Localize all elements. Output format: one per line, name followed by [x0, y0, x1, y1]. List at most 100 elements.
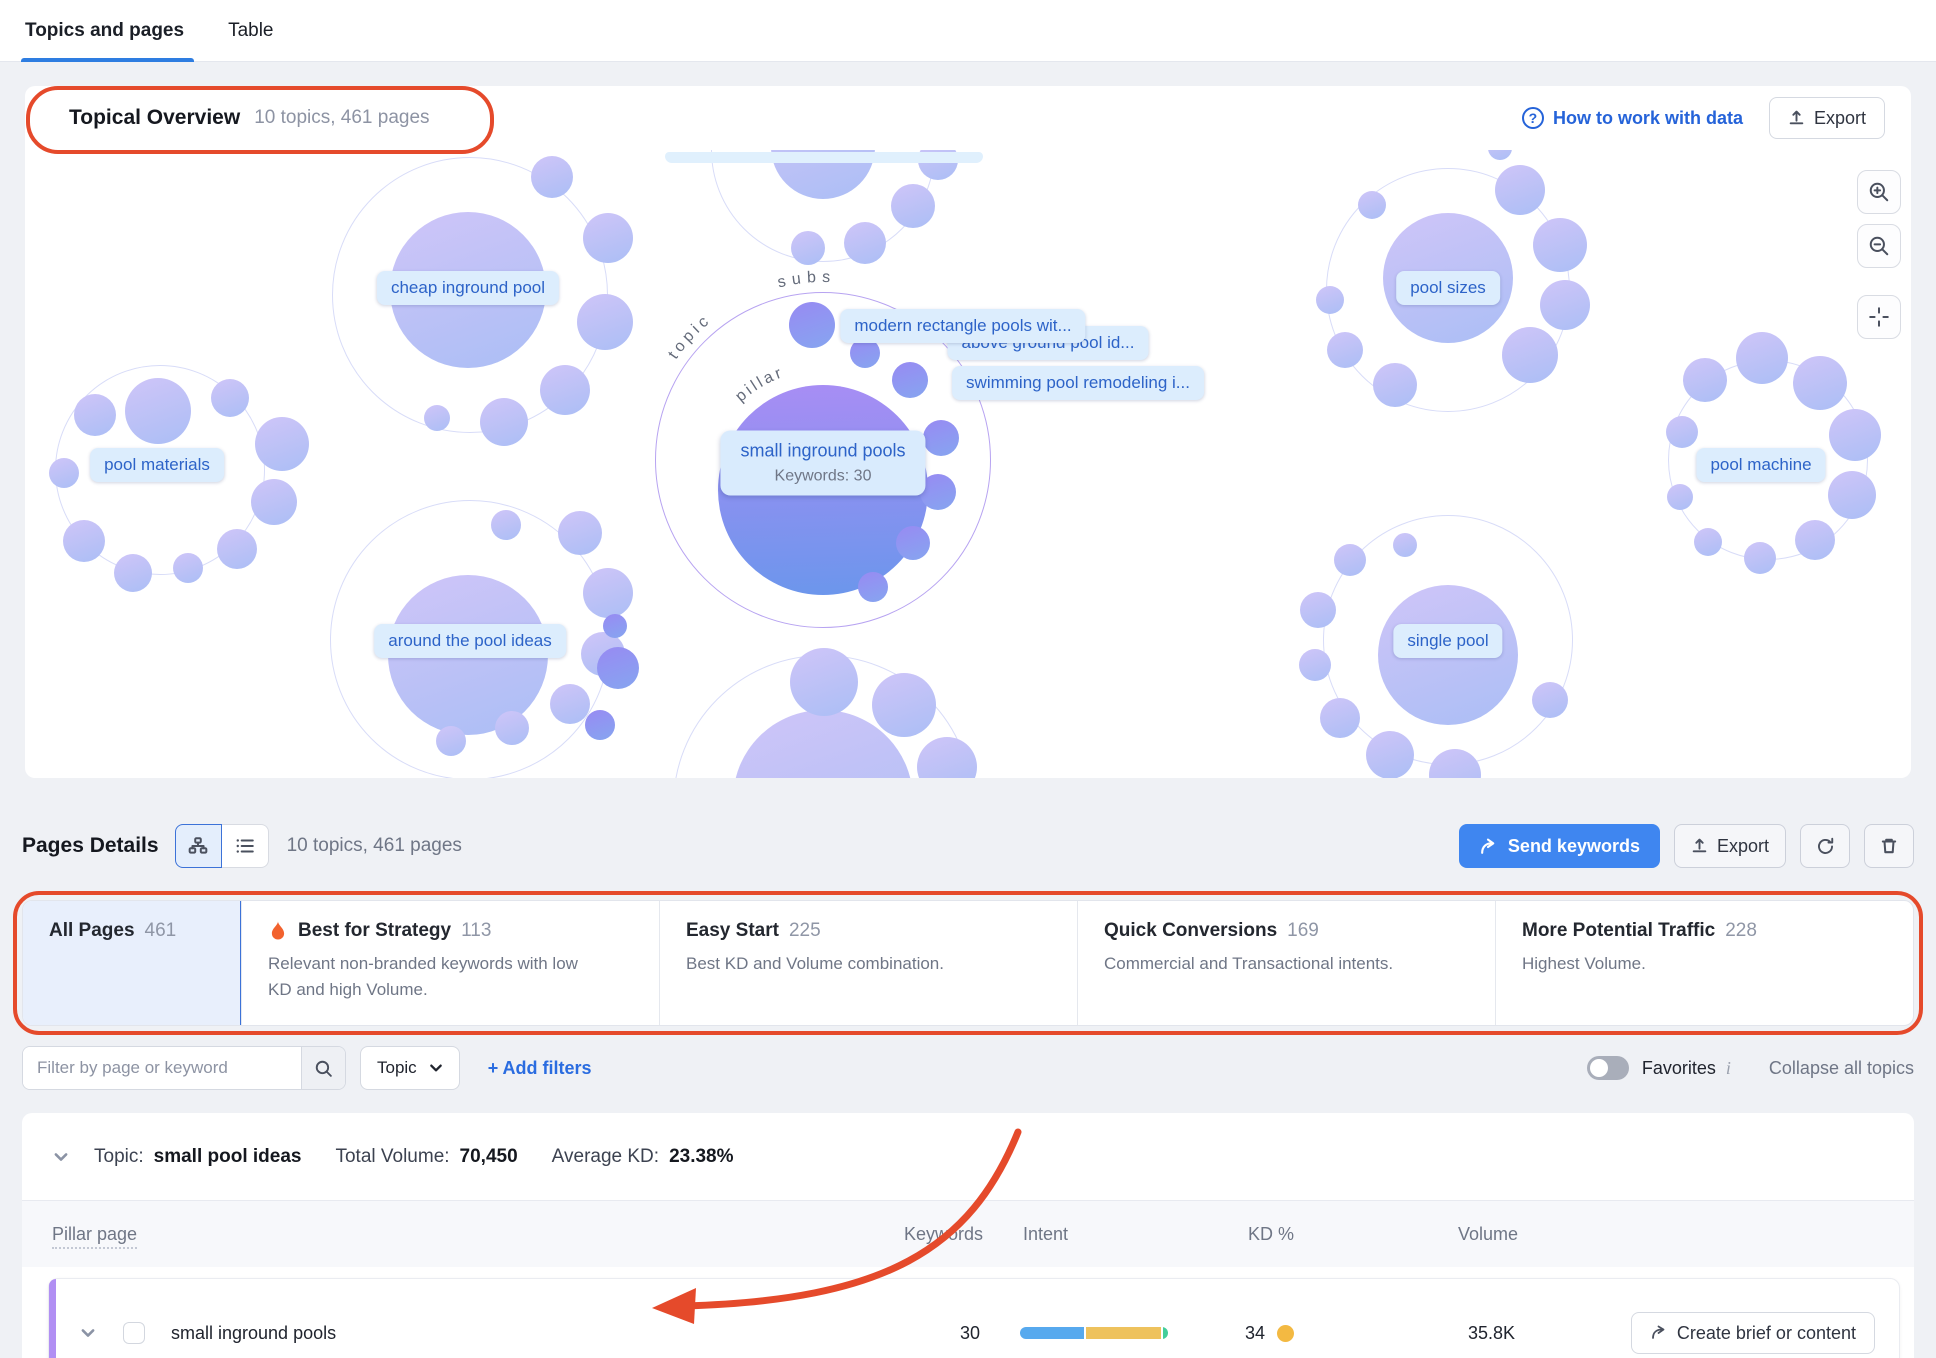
keyword-bubble[interactable]: [1366, 731, 1414, 778]
subtopic-tooltip-pill[interactable]: swimming pool remodeling i...: [952, 366, 1204, 400]
refresh-button[interactable]: [1800, 824, 1850, 868]
favorites-toggle[interactable]: [1587, 1056, 1629, 1080]
keyword-bubble[interactable]: [480, 398, 528, 446]
tab-topics-and-pages[interactable]: Topics and pages: [25, 0, 184, 62]
keyword-bubble[interactable]: [923, 420, 959, 456]
keyword-bubble[interactable]: [424, 405, 450, 431]
list-view-button[interactable]: [222, 824, 269, 868]
keyword-bubble[interactable]: [1795, 520, 1835, 560]
fit-view-button[interactable]: [1857, 295, 1901, 339]
topic-label-pill[interactable]: cheap inground pool: [377, 271, 559, 305]
keyword-bubble[interactable]: [550, 684, 590, 724]
collapse-all-topics-link[interactable]: Collapse all topics: [1769, 1058, 1914, 1079]
pillar-page-pill[interactable]: small inground pools Keywords: 30: [720, 431, 925, 496]
keyword-bubble[interactable]: [1533, 218, 1587, 272]
keyword-bubble[interactable]: [1488, 150, 1512, 160]
keyword-bubble[interactable]: [558, 511, 602, 555]
keyword-bubble[interactable]: [585, 710, 615, 740]
keyword-bubble[interactable]: [211, 379, 249, 417]
how-to-work-with-data-link[interactable]: ? How to work with data: [1522, 107, 1743, 129]
topic-label-pill[interactable]: pool sizes: [1396, 271, 1500, 305]
keyword-bubble[interactable]: [173, 553, 203, 583]
keyword-bubble[interactable]: [1495, 165, 1545, 215]
keyword-bubble[interactable]: [1393, 533, 1417, 557]
keyword-bubble[interactable]: [1316, 286, 1344, 314]
keyword-bubble[interactable]: [844, 222, 886, 264]
keyword-bubble[interactable]: [63, 520, 105, 562]
keyword-bubble[interactable]: [531, 156, 573, 198]
column-pillar-page[interactable]: Pillar page: [52, 1224, 137, 1249]
collapse-chevron-icon[interactable]: [52, 1148, 70, 1166]
row-page-name[interactable]: small inground pools: [171, 1323, 336, 1344]
keyword-bubble[interactable]: [1327, 332, 1363, 368]
strategy-card-more-potential-traffic[interactable]: More Potential Traffic228Highest Volume.: [1495, 901, 1913, 1025]
row-expand-chevron-icon[interactable]: [79, 1324, 97, 1342]
keyword-bubble[interactable]: [125, 378, 191, 444]
keyword-bubble[interactable]: [1320, 698, 1360, 738]
strategy-card-best-for-strategy[interactable]: Best for Strategy113Relevant non-branded…: [241, 901, 659, 1025]
keyword-bubble[interactable]: [583, 568, 633, 618]
keyword-bubble[interactable]: [251, 479, 297, 525]
keyword-bubble[interactable]: [603, 614, 627, 638]
keyword-bubble[interactable]: [255, 417, 309, 471]
row-checkbox[interactable]: [123, 1322, 145, 1344]
strategy-card-quick-conversions[interactable]: Quick Conversions169Commercial and Trans…: [1077, 901, 1495, 1025]
keyword-bubble[interactable]: [790, 648, 858, 716]
keyword-bubble[interactable]: [597, 647, 639, 689]
keyword-bubble[interactable]: [1299, 649, 1331, 681]
export-button-bottom[interactable]: Export: [1674, 824, 1786, 868]
keyword-bubble[interactable]: [49, 458, 79, 488]
keyword-bubble[interactable]: [1666, 416, 1698, 448]
strategy-card-easy-start[interactable]: Easy Start225Best KD and Volume combinat…: [659, 901, 1077, 1025]
keyword-bubble[interactable]: [1300, 592, 1336, 628]
keyword-bubble[interactable]: [1502, 327, 1558, 383]
keyword-bubble[interactable]: [577, 294, 633, 350]
add-filters-link[interactable]: + Add filters: [488, 1058, 592, 1079]
topic-label-pill[interactable]: pool machine: [1696, 448, 1825, 482]
zoom-out-button[interactable]: [1857, 224, 1901, 268]
keyword-bubble[interactable]: [217, 529, 257, 569]
subtopic-tooltip-pill[interactable]: modern rectangle pools wit...: [840, 309, 1085, 343]
keyword-bubble[interactable]: [1736, 332, 1788, 384]
keyword-bubble[interactable]: [1793, 356, 1847, 410]
keyword-bubble[interactable]: [540, 365, 590, 415]
keyword-bubble[interactable]: [1744, 542, 1776, 574]
hierarchy-view-button[interactable]: [175, 824, 222, 868]
zoom-in-button[interactable]: [1857, 170, 1901, 214]
keyword-bubble[interactable]: [495, 711, 529, 745]
keyword-bubble[interactable]: [1667, 484, 1693, 510]
topic-group-row[interactable]: Topic: small pool ideas Total Volume: 70…: [22, 1113, 1914, 1201]
keyword-bubble[interactable]: [1373, 363, 1417, 407]
strategy-card-all-pages[interactable]: All Pages461: [23, 901, 241, 1025]
export-button-top[interactable]: Export: [1769, 97, 1885, 139]
keyword-bubble[interactable]: [1358, 191, 1386, 219]
keyword-bubble[interactable]: [583, 213, 633, 263]
keyword-bubble[interactable]: [114, 554, 152, 592]
keyword-bubble[interactable]: [789, 302, 835, 348]
create-brief-button[interactable]: Create brief or content: [1631, 1312, 1875, 1354]
keyword-bubble[interactable]: [872, 673, 936, 737]
topic-filter-dropdown[interactable]: Topic: [360, 1046, 460, 1090]
search-input[interactable]: [23, 1047, 301, 1089]
keyword-bubble[interactable]: [896, 526, 930, 560]
keyword-bubble[interactable]: [892, 362, 928, 398]
info-icon[interactable]: i: [1726, 1058, 1731, 1079]
keyword-bubble[interactable]: [858, 572, 888, 602]
topic-label-pill[interactable]: single pool: [1393, 624, 1502, 658]
keyword-bubble[interactable]: [74, 394, 116, 436]
keyword-bubble[interactable]: [791, 231, 825, 265]
keyword-bubble[interactable]: [436, 726, 466, 756]
keyword-bubble[interactable]: [1683, 358, 1727, 402]
topic-label-pill[interactable]: around the pool ideas: [374, 624, 566, 658]
keyword-bubble[interactable]: [1694, 528, 1722, 556]
keyword-bubble[interactable]: [1532, 682, 1568, 718]
tab-table[interactable]: Table: [228, 0, 273, 62]
keyword-bubble[interactable]: [1334, 544, 1366, 576]
keyword-bubble[interactable]: [491, 510, 521, 540]
keyword-bubble[interactable]: [1828, 471, 1876, 519]
search-button[interactable]: [301, 1047, 345, 1089]
send-keywords-button[interactable]: Send keywords: [1459, 824, 1660, 868]
keyword-bubble[interactable]: [891, 184, 935, 228]
keyword-bubble[interactable]: [1829, 409, 1881, 461]
keyword-bubble[interactable]: [1540, 280, 1590, 330]
